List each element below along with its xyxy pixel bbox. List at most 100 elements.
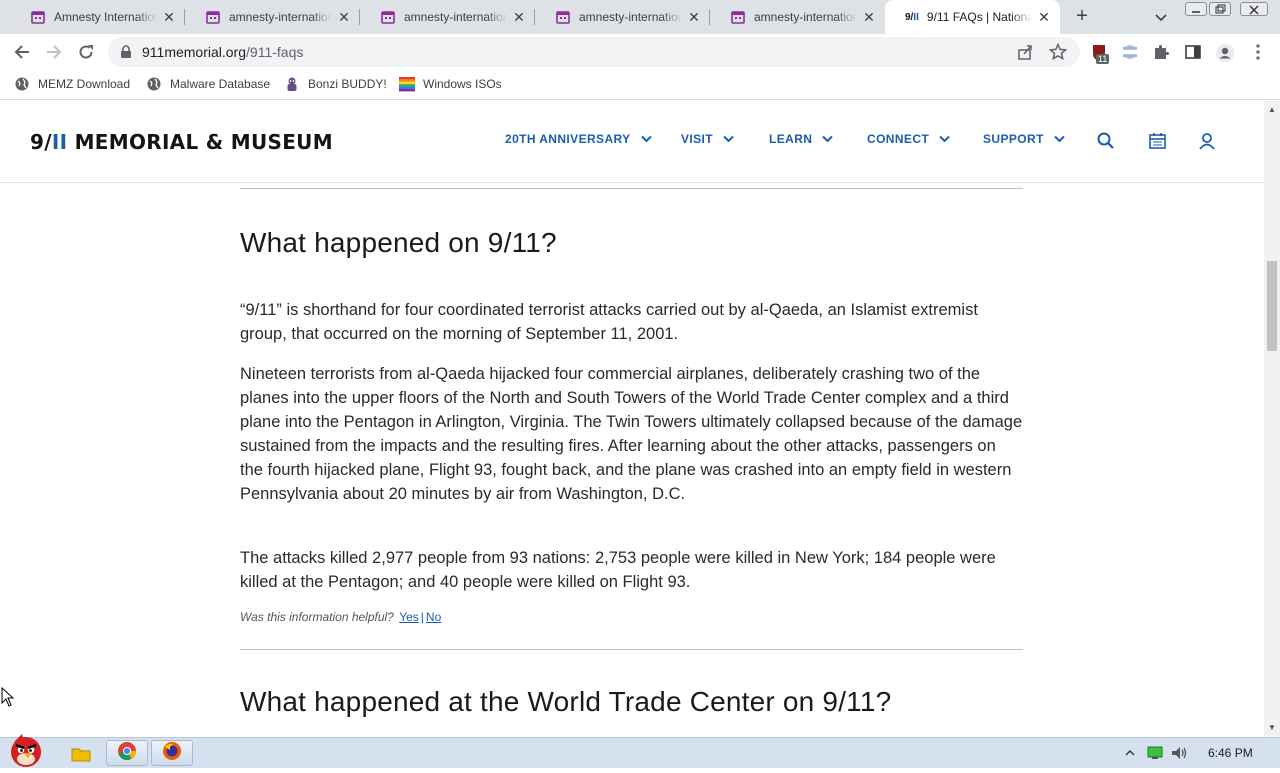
minimize-window-button[interactable] bbox=[1185, 2, 1207, 16]
bookmark-label: Bonzi BUDDY! bbox=[308, 77, 387, 91]
calendar-favicon-icon bbox=[555, 9, 571, 25]
extensions-puzzle-icon[interactable] bbox=[1152, 43, 1172, 63]
side-panel-icon[interactable] bbox=[1184, 43, 1204, 63]
share-icon[interactable] bbox=[1016, 43, 1034, 61]
extension-shield-icon[interactable]: 11 bbox=[1090, 43, 1110, 64]
firefox-icon bbox=[162, 741, 182, 766]
bookmark-bonzi-buddy[interactable]: Bonzi BUDDY! bbox=[284, 76, 387, 92]
windows-flag-icon bbox=[399, 76, 415, 92]
bookmark-star-icon[interactable] bbox=[1048, 42, 1068, 61]
tab-title: amnesty-international bbox=[404, 10, 507, 24]
taskbar-firefox-button[interactable] bbox=[151, 740, 193, 766]
windows-taskbar: 6:46 PM bbox=[0, 734, 1280, 768]
globe-icon bbox=[14, 76, 30, 92]
chevron-down-icon bbox=[1054, 132, 1065, 146]
new-tab-button[interactable]: + bbox=[1070, 5, 1094, 29]
browser-tab[interactable]: amnesty-international ✕ bbox=[185, 0, 360, 34]
profile-avatar-icon[interactable] bbox=[1215, 43, 1235, 63]
helpful-yes-link[interactable]: Yes bbox=[399, 610, 419, 624]
browser-tab[interactable]: amnesty-international ✕ bbox=[710, 0, 885, 34]
browser-tab-active[interactable]: 9/II 9/11 FAQs | National ✕ bbox=[885, 0, 1060, 34]
nav-label: CONNECT bbox=[867, 132, 930, 146]
extension-badge: 11 bbox=[1096, 54, 1110, 64]
start-button-angry-bird-icon[interactable] bbox=[4, 730, 48, 768]
tab-title: Amnesty International bbox=[54, 10, 157, 24]
helpful-feedback: Was this information helpful? Yes | No bbox=[240, 610, 443, 624]
close-tab-icon[interactable]: ✕ bbox=[1036, 9, 1052, 25]
faq-answer-paragraph: Nineteen terrorists from al-Qaeda hijack… bbox=[240, 365, 1023, 503]
close-tab-icon[interactable]: ✕ bbox=[511, 9, 527, 25]
site-header: 9/II MEMORIAL & MUSEUM 20TH ANNIVERSARY … bbox=[0, 101, 1264, 183]
close-tab-icon[interactable]: ✕ bbox=[336, 9, 352, 25]
scroll-down-arrow-icon[interactable]: ▼ bbox=[1268, 724, 1276, 732]
browser-tab[interactable]: amnesty-international ✕ bbox=[535, 0, 710, 34]
browser-tab[interactable]: amnesty-international ✕ bbox=[360, 0, 535, 34]
close-window-button[interactable] bbox=[1240, 2, 1268, 16]
bookmark-malware-database[interactable]: Malware Database bbox=[146, 76, 270, 92]
browser-menu-icon[interactable] bbox=[1250, 43, 1270, 63]
address-bar[interactable]: 911memorial.org/911-faqs bbox=[108, 37, 1080, 67]
extension-flag-icon[interactable] bbox=[1121, 43, 1141, 63]
globe-icon bbox=[146, 76, 162, 92]
logo-bars: II bbox=[51, 130, 68, 154]
close-tab-icon[interactable]: ✕ bbox=[861, 9, 877, 25]
bookmark-label: Windows ISOs bbox=[423, 77, 502, 91]
volume-speaker-icon[interactable] bbox=[1171, 746, 1189, 765]
taskbar-chrome-button[interactable] bbox=[106, 740, 148, 766]
tab-search-chevron-icon[interactable] bbox=[1150, 6, 1172, 28]
forward-arrow-icon[interactable] bbox=[42, 40, 66, 64]
calendar-favicon-icon bbox=[730, 9, 746, 25]
nav-item-support[interactable]: SUPPORT bbox=[983, 132, 1065, 146]
url-path: /911-faqs bbox=[246, 44, 304, 60]
page-viewport: 9/II MEMORIAL & MUSEUM 20TH ANNIVERSARY … bbox=[0, 101, 1264, 737]
back-arrow-icon[interactable] bbox=[10, 40, 34, 64]
nav-item-visit[interactable]: VISIT bbox=[681, 132, 734, 146]
chevron-down-icon bbox=[939, 132, 950, 146]
helpful-no-link[interactable]: No bbox=[426, 610, 441, 624]
close-tab-icon[interactable]: ✕ bbox=[161, 9, 177, 25]
network-status-icon[interactable] bbox=[1147, 746, 1163, 765]
explorer-folder-icon[interactable] bbox=[64, 741, 98, 767]
helpful-prompt: Was this information helpful? bbox=[240, 610, 394, 624]
chevron-down-icon bbox=[640, 132, 652, 146]
user-icon[interactable] bbox=[1197, 131, 1217, 151]
lock-icon[interactable] bbox=[120, 45, 132, 64]
url-text[interactable]: 911memorial.org/911-faqs bbox=[142, 44, 303, 60]
logo-text: MEMORIAL & MUSEUM bbox=[67, 130, 333, 154]
calendar-favicon-icon bbox=[380, 9, 396, 25]
browser-toolbar: 911memorial.org/911-faqs 11 bbox=[0, 34, 1280, 70]
scroll-up-arrow-icon[interactable]: ▲ bbox=[1268, 106, 1276, 114]
page-scrollbar[interactable]: ▲ ▼ bbox=[1264, 101, 1280, 737]
mouse-pointer-icon bbox=[1, 686, 15, 712]
calendar-icon[interactable] bbox=[1148, 131, 1168, 151]
tab-title: 9/11 FAQs | National bbox=[926, 10, 1032, 24]
show-hidden-icons-arrow[interactable] bbox=[1124, 746, 1136, 764]
calendar-favicon-icon bbox=[205, 9, 221, 25]
faq-question-title[interactable]: What happened on 9/11? bbox=[240, 227, 557, 259]
close-tab-icon[interactable]: ✕ bbox=[686, 9, 702, 25]
taskbar-clock[interactable]: 6:46 PM bbox=[1208, 746, 1253, 760]
memorial-museum-logo[interactable]: 9/II MEMORIAL & MUSEUM bbox=[30, 130, 333, 154]
search-icon[interactable] bbox=[1096, 131, 1116, 151]
nav-label: VISIT bbox=[681, 132, 714, 146]
reload-icon[interactable] bbox=[74, 40, 98, 64]
bookmark-windows-isos[interactable]: Windows ISOs bbox=[399, 76, 502, 92]
nav-label: LEARN bbox=[769, 132, 813, 146]
nav-item-20th-anniversary[interactable]: 20TH ANNIVERSARY bbox=[505, 132, 652, 146]
bookmark-label: Malware Database bbox=[170, 77, 271, 91]
helpful-separator: | bbox=[420, 610, 424, 624]
bookmark-memz[interactable]: MEMZ Download bbox=[14, 76, 130, 92]
tab-title: amnesty-international bbox=[754, 10, 857, 24]
bookmarks-bar: MEMZ Download Malware Database Bonzi BUD… bbox=[0, 70, 1280, 100]
bonzi-gorilla-icon bbox=[284, 76, 300, 92]
divider bbox=[240, 188, 1023, 189]
memorial-favicon-icon: 9/II bbox=[905, 11, 919, 23]
faq-question-title[interactable]: What happened at the World Trade Center … bbox=[240, 686, 891, 718]
tab-title: amnesty-international bbox=[579, 10, 682, 24]
browser-tab[interactable]: Amnesty International ✕ bbox=[10, 0, 185, 34]
scrollbar-thumb[interactable] bbox=[1267, 261, 1277, 351]
nav-item-learn[interactable]: LEARN bbox=[769, 132, 834, 146]
restore-window-button[interactable] bbox=[1209, 2, 1231, 16]
nav-item-connect[interactable]: CONNECT bbox=[867, 132, 950, 146]
faq-answer-paragraph: “9/11” is shorthand for four coordinated… bbox=[240, 301, 978, 343]
